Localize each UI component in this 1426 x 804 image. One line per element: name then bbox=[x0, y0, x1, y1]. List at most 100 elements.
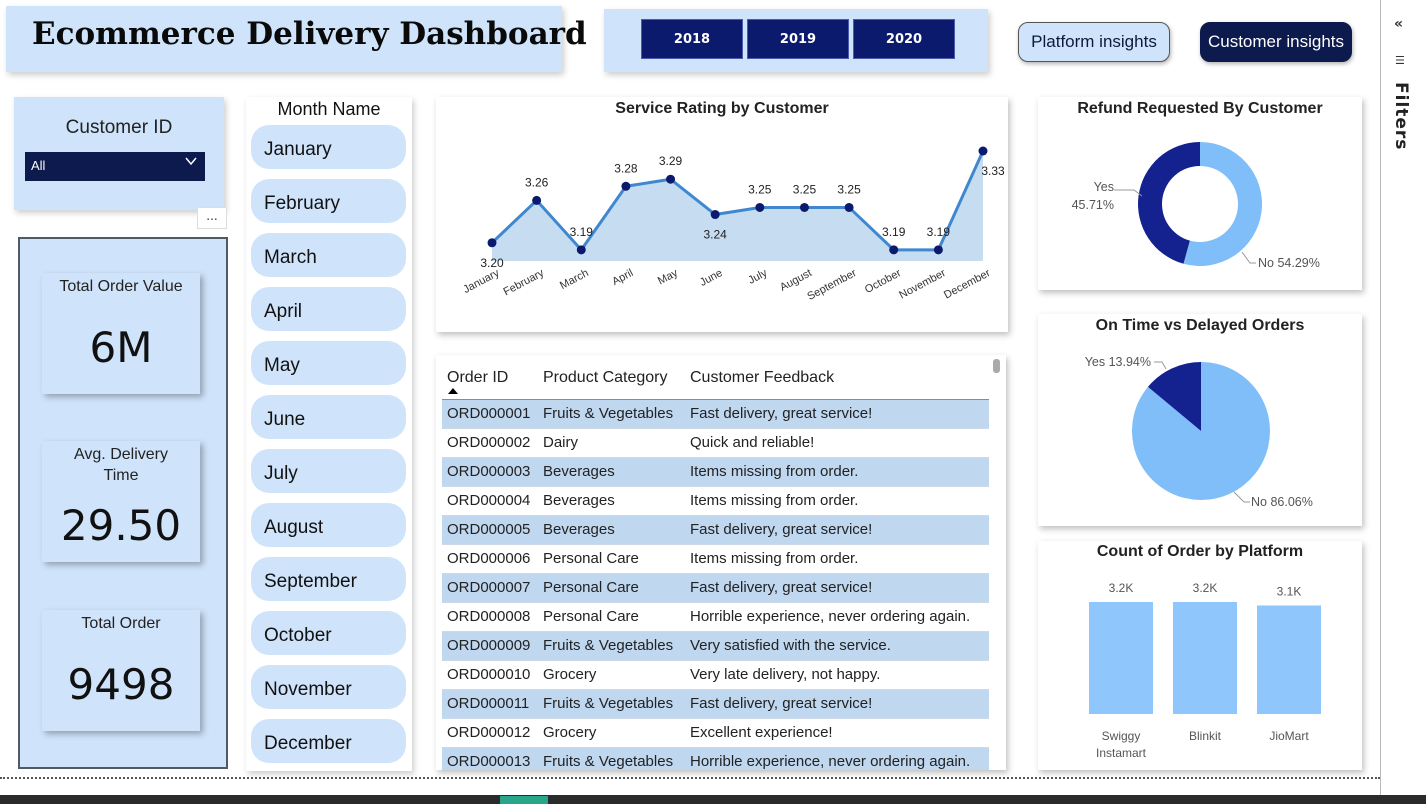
sort-ascending-icon[interactable] bbox=[448, 388, 458, 394]
month-item-december[interactable]: December bbox=[251, 719, 406, 763]
x-tick-label: April bbox=[610, 267, 635, 288]
order-id-cell: ORD000013 bbox=[442, 747, 538, 770]
table-row[interactable]: ORD000004 Beverages Items missing from ord… bbox=[442, 486, 989, 515]
data-point bbox=[666, 174, 676, 184]
product-category-cell: Personal Care bbox=[543, 550, 639, 567]
active-page-tab[interactable] bbox=[500, 796, 548, 804]
customer-id-label: Customer ID bbox=[65, 117, 173, 138]
year-button-2020[interactable]: 2020 bbox=[853, 19, 955, 59]
product-category-cell: Beverages bbox=[538, 515, 685, 544]
bar-value-label: 3.2K bbox=[1109, 581, 1134, 595]
leader-line bbox=[1114, 189, 1143, 197]
customer-feedback-cell: Items missing from order. bbox=[690, 550, 859, 567]
on-time-delayed-chart[interactable]: On Time vs Delayed Orders Yes 13.94% No 8… bbox=[1038, 314, 1362, 526]
table-row[interactable]: ORD000005 Beverages Fast delivery, great s… bbox=[442, 515, 989, 544]
month-item-july[interactable]: July bbox=[251, 449, 406, 493]
orders-table-card[interactable]: Order ID Product Category Customer Feedb… bbox=[436, 355, 1006, 770]
data-label: 3.25 bbox=[793, 182, 817, 196]
product-category-cell: Fruits & Vegetables bbox=[538, 747, 685, 770]
collapse-icon[interactable]: « bbox=[1394, 16, 1403, 32]
x-tick-label: May bbox=[656, 267, 680, 288]
table-row[interactable]: ORD000010 Grocery Very late delivery, not … bbox=[442, 660, 989, 689]
month-item-september[interactable]: September bbox=[251, 557, 406, 601]
month-item-january[interactable]: January bbox=[251, 125, 406, 169]
product-category-cell: Beverages bbox=[538, 457, 685, 486]
data-point bbox=[799, 202, 809, 212]
kpi-value: 6M bbox=[89, 323, 153, 372]
leader-line bbox=[1233, 491, 1250, 503]
customer-feedback-cell: Very late delivery, not happy. bbox=[690, 666, 881, 683]
customer-id-selected: All bbox=[31, 158, 46, 173]
x-tick-label: JioMart bbox=[1269, 729, 1309, 743]
month-item-may[interactable]: May bbox=[251, 341, 406, 385]
platform-insights-button[interactable]: Platform insights bbox=[1018, 22, 1170, 62]
column-header-product-category[interactable]: Product Category bbox=[538, 361, 685, 399]
month-item-february[interactable]: February bbox=[251, 179, 406, 223]
orders-table: Order ID Product Category Customer Feedb… bbox=[442, 361, 989, 770]
orders-by-platform-chart[interactable]: Count of Order by Platform 3.2K Swiggy Ins… bbox=[1038, 541, 1362, 770]
refund-requested-chart[interactable]: Refund Requested By Customer Yes 45.71% No… bbox=[1038, 97, 1362, 290]
table-row[interactable]: ORD000007 Personal Care Fast delivery, gre… bbox=[442, 573, 989, 602]
customer-id-dropdown[interactable]: All bbox=[25, 152, 205, 181]
table-row[interactable]: ORD000009 Fruits & Vegetables Very satisfi… bbox=[442, 631, 989, 660]
data-label: 3.24 bbox=[704, 228, 728, 242]
table-row[interactable]: ORD000002 Dairy Quick and reliable! bbox=[442, 428, 989, 457]
filter-icon[interactable]: ☰ bbox=[1395, 54, 1405, 67]
data-label: 3.25 bbox=[837, 182, 861, 196]
month-item-april[interactable]: April bbox=[251, 287, 406, 331]
slice-label-no: No 86.06% bbox=[1251, 495, 1313, 509]
table-row[interactable]: ORD000011 Fruits & Vegetables Fast deliver… bbox=[442, 689, 989, 718]
table-row[interactable]: ORD000003 Beverages Items missing from ord… bbox=[442, 457, 989, 486]
on-time-pie-plot: Yes 13.94% No 86.06% bbox=[1085, 355, 1313, 509]
month-item-november[interactable]: November bbox=[251, 665, 406, 709]
table-row[interactable]: ORD000006 Personal Care Items missing from… bbox=[442, 544, 989, 573]
kpi-label: Total Order bbox=[81, 615, 161, 632]
filters-pane[interactable]: « ☰ Filters bbox=[1380, 0, 1426, 804]
month-item-august[interactable]: August bbox=[251, 503, 406, 547]
title-banner: Ecommerce Delivery Dashboard bbox=[6, 6, 587, 72]
data-label: 3.19 bbox=[927, 225, 951, 239]
kpi-panel: Total Order Value 6M Avg. Delivery Time … bbox=[18, 237, 228, 769]
product-category-cell: Personal Care bbox=[543, 608, 639, 625]
product-category-cell: Dairy bbox=[543, 434, 579, 451]
customer-insights-button[interactable]: Customer insights bbox=[1200, 22, 1352, 62]
order-id-cell: ORD000004 bbox=[447, 492, 531, 509]
customer-feedback-cell: Fast delivery, great service! bbox=[685, 573, 989, 602]
data-point bbox=[844, 202, 854, 212]
service-rating-chart[interactable]: Service Rating by Customer 3.20 January 3.… bbox=[436, 97, 1008, 332]
kpi-value: 9498 bbox=[67, 660, 175, 709]
column-header-customer-feedback[interactable]: Customer Feedback bbox=[685, 361, 989, 399]
order-id-cell: ORD000008 bbox=[447, 608, 531, 625]
year-button-2019[interactable]: 2019 bbox=[747, 19, 849, 59]
table-row[interactable]: ORD000013 Fruits & Vegetables Horrible exp… bbox=[442, 747, 989, 770]
year-button-2018[interactable]: 2018 bbox=[641, 19, 743, 59]
x-tick-label: Instamart bbox=[1096, 746, 1147, 760]
table-header-row: Order ID Product Category Customer Feedb… bbox=[442, 361, 989, 399]
table-scrollbar[interactable] bbox=[993, 359, 1000, 373]
order-id-cell: ORD000007 bbox=[442, 573, 538, 602]
table-row[interactable]: ORD000008 Personal Care Horrible experienc… bbox=[442, 602, 989, 631]
data-point bbox=[710, 210, 720, 220]
leader-line bbox=[1154, 361, 1167, 370]
table-row[interactable]: ORD000012 Grocery Excellent experience! bbox=[442, 718, 989, 747]
month-item-october[interactable]: October bbox=[251, 611, 406, 655]
table-row[interactable]: ORD000001 Fruits & Vegetables Fast deliver… bbox=[442, 399, 989, 428]
month-item-june[interactable]: June bbox=[251, 395, 406, 439]
order-id-cell: ORD000010 bbox=[447, 666, 531, 683]
x-tick-label: Swiggy bbox=[1102, 729, 1141, 743]
more-options-icon[interactable]: ... bbox=[197, 207, 227, 229]
platform-bar-plot: 3.2K Swiggy Instamart 3.2K Blinkit 3.1K JioMar… bbox=[1089, 581, 1321, 760]
data-point bbox=[755, 202, 765, 212]
filters-label[interactable]: Filters bbox=[1391, 82, 1411, 150]
area-fill bbox=[492, 151, 983, 261]
data-label: 3.28 bbox=[614, 161, 638, 175]
month-item-march[interactable]: March bbox=[251, 233, 406, 277]
year-slicer: 2018 2019 2020 bbox=[604, 9, 988, 72]
order-id-cell: ORD000002 bbox=[447, 434, 531, 451]
slice-value-yes: 45.71% bbox=[1072, 198, 1114, 212]
customer-feedback-cell: Items missing from order. bbox=[690, 492, 859, 509]
data-label: 3.19 bbox=[570, 225, 594, 239]
bar-value-label: 3.2K bbox=[1193, 581, 1218, 595]
data-point bbox=[889, 245, 899, 255]
data-label: 3.33 bbox=[981, 164, 1005, 178]
